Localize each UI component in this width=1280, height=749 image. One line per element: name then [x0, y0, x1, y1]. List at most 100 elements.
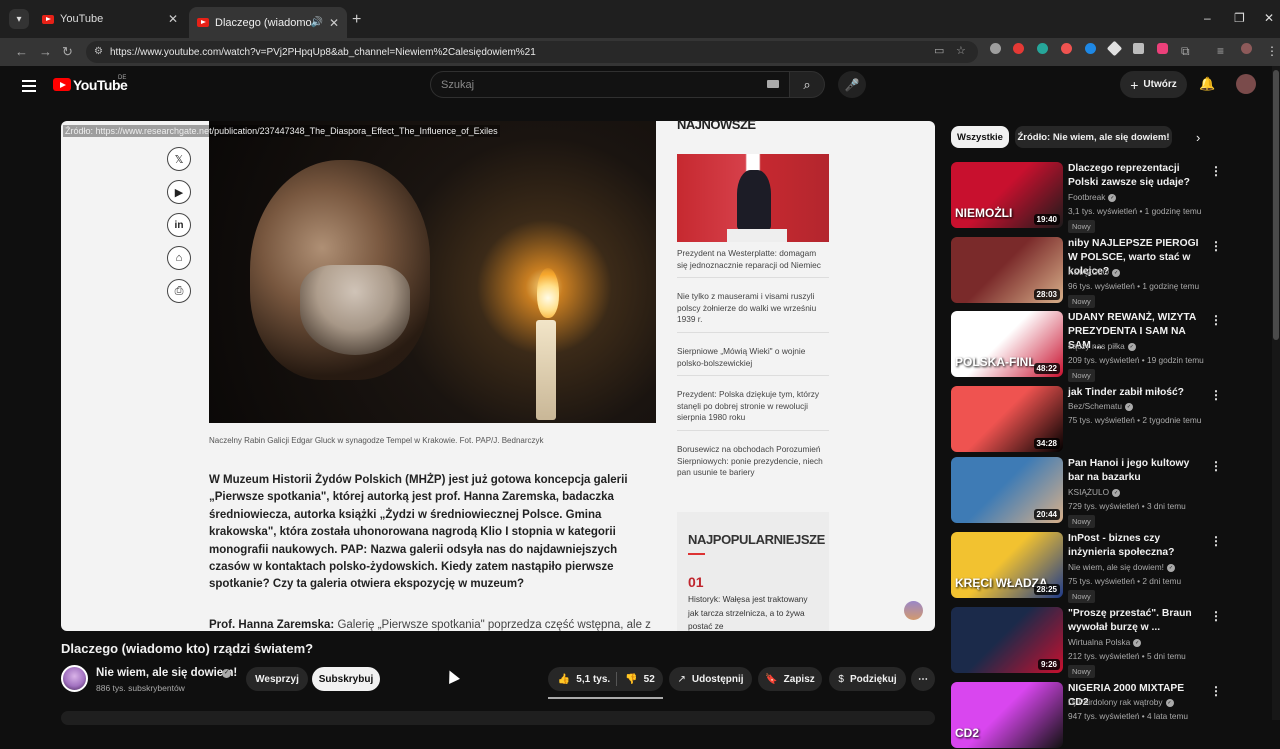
shield-icon[interactable]: [1133, 43, 1144, 54]
restore-button[interactable]: ❐: [1234, 11, 1245, 25]
recommendation-channel[interactable]: Dj Peirdolony rak wątroby ✓: [1068, 697, 1174, 707]
speaker-icon[interactable]: 🔊: [311, 17, 323, 28]
video-thumbnail[interactable]: POLSKA-FINL 48:22: [951, 311, 1063, 377]
video-thumbnail[interactable]: 28:03: [951, 237, 1063, 303]
video-duration: 9:26: [1037, 659, 1060, 670]
minimize-button[interactable]: –: [1204, 11, 1211, 25]
recommendation-item[interactable]: 28:03 niby NAJLEPSZE PIEROGI W POLSCE, wa…: [951, 237, 1251, 308]
video-thumbnail[interactable]: CD2: [951, 682, 1063, 748]
recommendation-item[interactable]: 9:26 "Proszę przestać". Braun wywołał bur…: [951, 607, 1251, 678]
more-options-icon[interactable]: ⋮: [1210, 388, 1222, 402]
recommendation-item[interactable]: POLSKA-FINL 48:22 UDANY REWANŻ, WIZYTA PRE…: [951, 311, 1251, 382]
extension-icon[interactable]: [1013, 43, 1024, 54]
search-input[interactable]: Szukaj: [430, 71, 790, 98]
create-button[interactable]: + Utwórz: [1120, 71, 1187, 98]
extension-icon[interactable]: [990, 43, 1001, 54]
tab-active-video[interactable]: Dlaczego (wiadomo kto) rz 🔊 ✕: [189, 7, 347, 38]
new-tab-button[interactable]: +: [352, 11, 361, 29]
share-button[interactable]: ↗ Udostępnij: [669, 667, 752, 691]
support-button[interactable]: Wesprzyj: [246, 667, 308, 691]
recommendation-title[interactable]: "Proszę przestać". Braun wywołał burzę w…: [1068, 607, 1204, 635]
recommendation-channel[interactable]: Wirtualna Polska ✓: [1068, 637, 1142, 647]
extensions-puzzle-icon[interactable]: ⧉: [1181, 44, 1190, 59]
thanks-button[interactable]: $ Podziękuj: [829, 667, 906, 691]
video-thumbnail[interactable]: 20:44: [951, 457, 1063, 523]
microphone-icon[interactable]: 🎤: [838, 71, 866, 98]
tab-search-button[interactable]: ▾: [9, 9, 29, 29]
keyboard-icon[interactable]: [767, 80, 779, 88]
recommendation-title[interactable]: jak Tinder zabił miłość?: [1068, 386, 1204, 400]
bookmark-star-icon[interactable]: ☆: [956, 44, 966, 57]
extension-icon[interactable]: [1037, 43, 1048, 54]
profile-avatar[interactable]: [1241, 43, 1252, 54]
reload-button[interactable]: ↻: [62, 44, 73, 60]
video-thumbnail[interactable]: NIEMOŻLI 19:40: [951, 162, 1063, 228]
search-button[interactable]: ⌕: [790, 71, 825, 98]
site-info-icon[interactable]: ⚙: [94, 46, 103, 57]
close-tab-icon[interactable]: ✕: [329, 16, 339, 30]
video-thumbnail[interactable]: KRĘCI WŁADZA 28:25: [951, 532, 1063, 598]
close-tab-icon[interactable]: ✕: [168, 12, 178, 26]
recommendation-item[interactable]: KRĘCI WŁADZA 28:25 InPost - biznes czy inż…: [951, 532, 1251, 603]
recommendation-channel[interactable]: Footbreak ✓: [1068, 192, 1117, 202]
extension-icon[interactable]: [1157, 43, 1168, 54]
recommendation-title[interactable]: InPost - biznes czy inżynieria społeczna…: [1068, 532, 1204, 560]
chevron-right-icon[interactable]: ›: [1196, 130, 1200, 145]
video-thumbnail[interactable]: 34:28: [951, 386, 1063, 452]
close-window-button[interactable]: ✕: [1264, 11, 1274, 25]
forward-button[interactable]: →: [39, 44, 52, 59]
like-button[interactable]: 👍 5,1 tys.: [552, 667, 616, 691]
recommendation-title[interactable]: Dlaczego reprezentacji Polski zawsze się…: [1068, 162, 1204, 190]
recommendation-title[interactable]: Pan Hanoi i jego kultowy bar na bazarku: [1068, 457, 1204, 485]
dislike-button[interactable]: 👎 52: [620, 667, 660, 691]
chip-source-channel[interactable]: Źródło: Nie wiem, ale się dowiem!: [1015, 126, 1172, 148]
plus-icon: +: [1130, 76, 1139, 93]
recommendation-item[interactable]: NIEMOŻLI 19:40 Dlaczego reprezentacji Pols…: [951, 162, 1251, 233]
more-options-icon[interactable]: ⋮: [1210, 459, 1222, 473]
dislike-count: 52: [643, 673, 655, 685]
channel-avatar[interactable]: [61, 665, 88, 692]
scrollbar-thumb[interactable]: [1273, 70, 1279, 340]
more-options-icon[interactable]: ⋮: [1210, 609, 1222, 623]
tab-youtube[interactable]: YouTube ✕: [34, 7, 186, 31]
channel-watermark-icon[interactable]: [904, 601, 923, 620]
more-options-icon[interactable]: ⋮: [1210, 164, 1222, 178]
account-avatar[interactable]: [1236, 74, 1256, 94]
more-actions-button[interactable]: ⋯: [911, 667, 935, 691]
more-options-icon[interactable]: ⋮: [1210, 534, 1222, 548]
more-options-icon[interactable]: ⋮: [1210, 313, 1222, 327]
verified-check-icon: ✓: [1166, 563, 1175, 572]
recommendation-channel[interactable]: KSIĄŻULO ✓: [1068, 487, 1121, 497]
more-options-icon[interactable]: ⋮: [1210, 684, 1222, 698]
youtube-logo-icon[interactable]: [53, 78, 71, 91]
recommendation-meta: 212 tys. wyświetleń • 5 dni temu: [1068, 651, 1186, 661]
extension-icon[interactable]: [1061, 43, 1072, 54]
recommendation-channel[interactable]: Nie wiem, ale się dowiem! ✓: [1068, 562, 1175, 572]
save-button[interactable]: 🔖 Zapisz: [758, 667, 822, 691]
channel-label: Footbreak: [1068, 192, 1106, 202]
chip-all[interactable]: Wszystkie: [951, 126, 1009, 148]
recommendation-channel[interactable]: KSIĄŻULO ✓: [1068, 267, 1121, 277]
channel-name[interactable]: Nie wiem, ale się dowiem!: [96, 667, 237, 679]
cast-icon[interactable]: ▭: [934, 44, 944, 57]
more-options-icon[interactable]: ⋮: [1210, 239, 1222, 253]
address-bar[interactable]: ⚙ https://www.youtube.com/watch?v=PVj2PH…: [86, 41, 978, 63]
video-thumbnail[interactable]: 9:26: [951, 607, 1063, 673]
recommendation-item[interactable]: 20:44 Pan Hanoi i jego kultowy bar na baz…: [951, 457, 1251, 528]
reading-list-icon[interactable]: ≡: [1217, 44, 1224, 58]
notifications-bell-icon[interactable]: 🔔: [1199, 76, 1215, 92]
description-box[interactable]: [61, 711, 935, 725]
article-lead: W Muzeum Historii Żydów Polskich (MHŻP) …: [209, 474, 628, 591]
hamburger-menu-icon[interactable]: [22, 80, 36, 95]
browser-menu-icon[interactable]: ⋮: [1266, 44, 1278, 58]
latest-news-podium: [727, 229, 787, 242]
back-button[interactable]: ←: [15, 44, 28, 59]
recommendation-channel[interactable]: Bez/Schematu ✓: [1068, 401, 1133, 411]
verified-check-icon: ✓: [222, 669, 231, 678]
subscribe-button[interactable]: Subskrybuj: [312, 667, 380, 691]
thumbs-up-icon: 👍: [557, 673, 571, 685]
recommendation-item[interactable]: 34:28 jak Tinder zabił miłość? Bez/Schemat…: [951, 386, 1251, 453]
recommendation-item[interactable]: CD2 NIGERIA 2000 MIXTAPE CD2 Dj Peirdolony…: [951, 682, 1251, 749]
extension-icon[interactable]: [1085, 43, 1096, 54]
recommendation-channel[interactable]: Łączy nas piłka ✓: [1068, 341, 1136, 351]
